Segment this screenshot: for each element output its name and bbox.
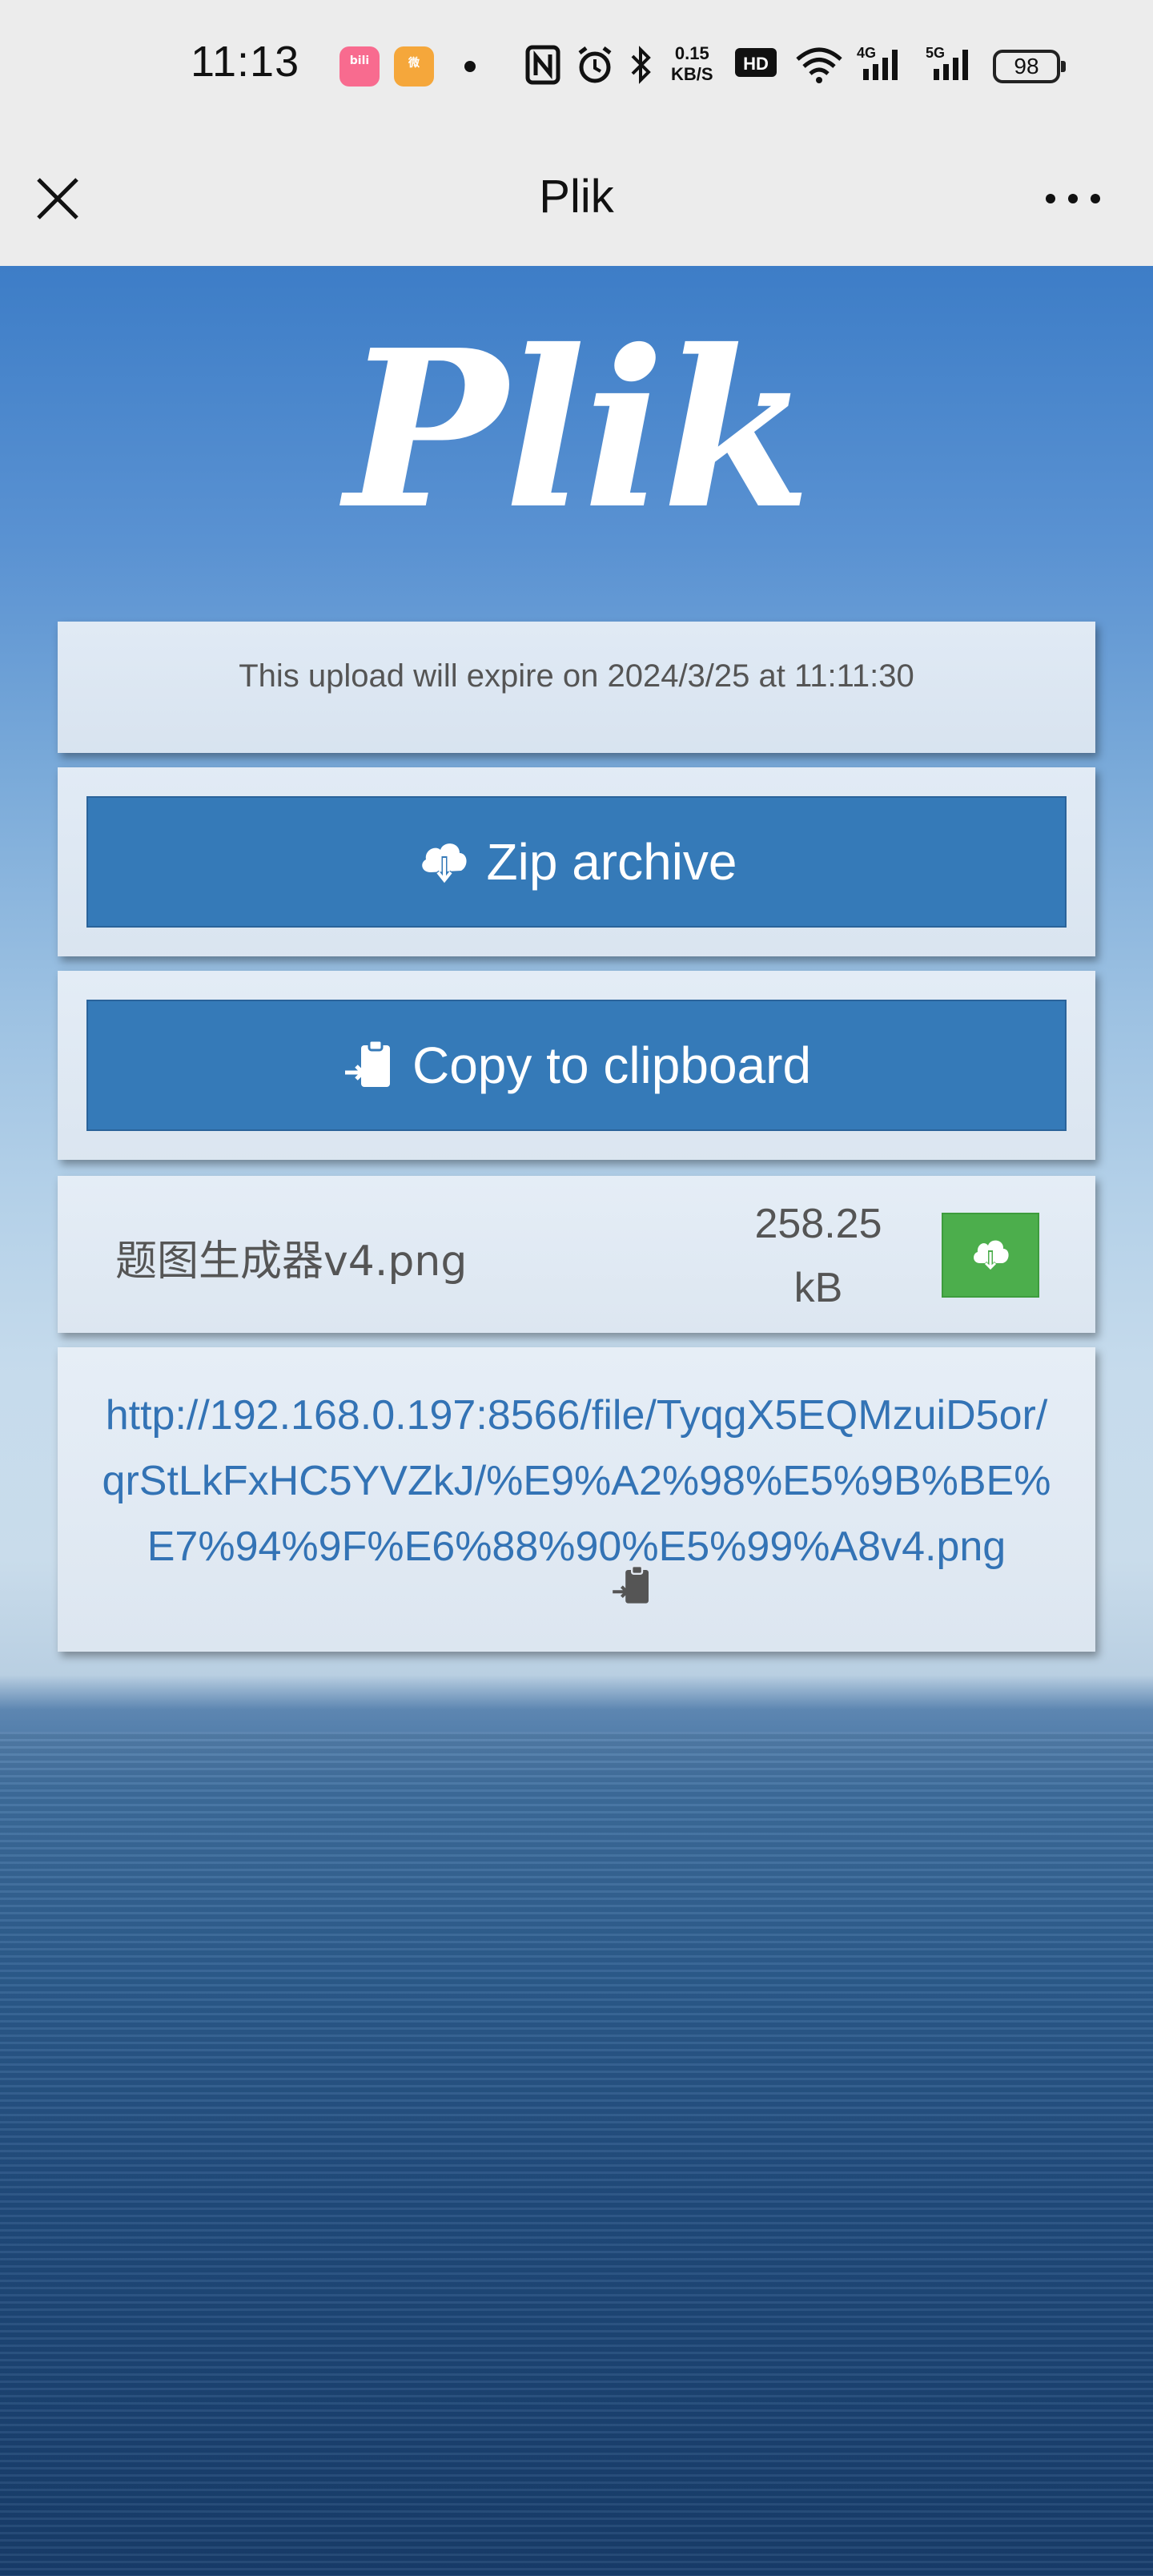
copy-to-clipboard-button[interactable]: Copy to clipboard	[86, 1000, 1067, 1131]
expire-panel: This upload will expire on 2024/3/25 at …	[58, 622, 1095, 753]
copy-to-clipboard-label: Copy to clipboard	[412, 1036, 812, 1094]
network-speed: 0.15 KB/S	[671, 43, 713, 84]
bilibili-icon: bili	[339, 46, 380, 87]
svg-text:5G: 5G	[926, 45, 945, 61]
nav-bar: Plik	[0, 133, 1153, 266]
status-bar: 11:13 bili 微 0.15 KB/S HD 4G 5G 98	[0, 0, 1153, 133]
signal-4g-icon: 4G	[857, 45, 898, 80]
svg-text:HD: HD	[743, 54, 769, 74]
alarm-icon	[578, 46, 612, 83]
cloud-download-icon	[974, 1240, 1009, 1273]
weibo-icon: 微	[394, 46, 434, 87]
file-url-link[interactable]: http://192.168.0.197:8566/file/TyqgX5EQM…	[98, 1383, 1055, 1580]
cloud-download-icon	[421, 843, 467, 887]
notification-dot-icon	[464, 61, 476, 72]
main-content: Plik This upload will expire on 2024/3/2…	[0, 266, 1153, 2576]
file-name: 题图生成器v4.png	[115, 1238, 468, 1286]
signal-5g-icon: 5G	[926, 45, 968, 80]
file-size: 258.25 kB	[754, 1201, 882, 1311]
file-download-button[interactable]	[942, 1213, 1039, 1298]
battery-indicator: 98	[993, 50, 1066, 83]
plik-logo: Plik	[344, 302, 811, 557]
more-icon[interactable]	[1041, 189, 1105, 208]
hd-icon: HD	[735, 48, 777, 77]
status-time: 11:13	[191, 38, 300, 86]
nfc-icon	[525, 45, 560, 85]
zip-archive-label: Zip archive	[486, 833, 737, 891]
wifi-icon	[796, 47, 842, 83]
zip-panel: Zip archive	[58, 767, 1095, 956]
bluetooth-icon	[631, 46, 651, 84]
clipboard-icon	[344, 1039, 390, 1087]
zip-archive-button[interactable]: Zip archive	[86, 796, 1067, 928]
svg-text:4G: 4G	[857, 45, 876, 61]
expire-text: This upload will expire on 2024/3/25 at …	[239, 658, 914, 694]
copy-panel: Copy to clipboard	[58, 971, 1095, 1160]
file-link-panel: http://192.168.0.197:8566/file/TyqgX5EQM…	[58, 1347, 1095, 1652]
page-title: Plik	[539, 171, 614, 223]
sea-background	[0, 1732, 1153, 2576]
clipboard-icon[interactable]	[610, 1564, 655, 1608]
file-row: 题图生成器v4.png 258.25 kB	[58, 1176, 1095, 1333]
